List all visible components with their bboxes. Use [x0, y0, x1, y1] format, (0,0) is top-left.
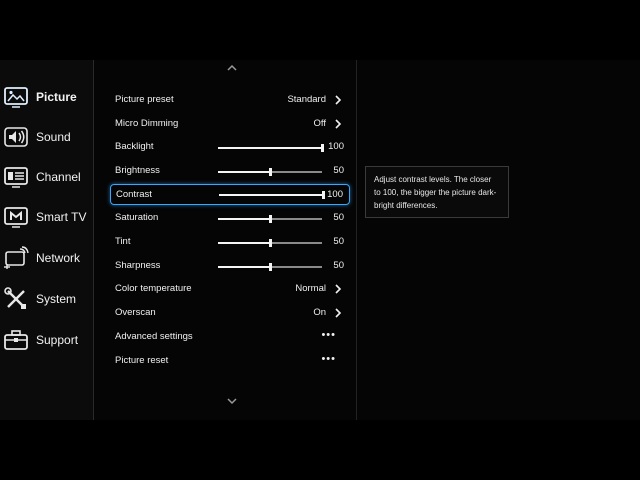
contrast-row[interactable]: Contrast 100: [110, 184, 350, 205]
picture-preset-row[interactable]: Picture preset Standard: [110, 90, 350, 110]
tint-slider[interactable]: [218, 239, 322, 247]
slider-knob[interactable]: [269, 263, 272, 271]
sidebar-item-label: Sound: [36, 130, 71, 144]
brightness-row[interactable]: Brightness 50: [110, 161, 350, 181]
setting-label: Saturation: [115, 212, 159, 223]
sidebar-item-support[interactable]: Support: [0, 323, 93, 359]
sound-icon: [4, 127, 28, 147]
slider-fill: [218, 242, 270, 244]
scroll-up-icon[interactable]: [224, 62, 240, 72]
more-icon: •••: [321, 329, 336, 341]
sidebar-item-channel[interactable]: Channel: [0, 160, 93, 196]
saturation-row[interactable]: Saturation 50: [110, 208, 350, 228]
slider-fill: [219, 194, 323, 196]
backlight-row[interactable]: Backlight 100: [110, 137, 350, 157]
setting-label: Contrast: [116, 189, 152, 200]
setting-value: Normal: [295, 283, 326, 294]
setting-label: Backlight: [115, 141, 154, 152]
picture-icon: [4, 87, 28, 108]
setting-label: Color temperature: [115, 283, 192, 294]
contrast-slider[interactable]: [219, 191, 325, 199]
setting-value: 100: [328, 141, 344, 152]
slider-fill: [218, 147, 322, 149]
setting-value: On: [313, 307, 326, 318]
advanced-settings-row[interactable]: Advanced settings •••: [110, 327, 350, 347]
setting-label: Overscan: [115, 307, 156, 318]
setting-label: Brightness: [115, 165, 160, 176]
setting-label: Picture reset: [115, 355, 169, 366]
picture-reset-row[interactable]: Picture reset •••: [110, 351, 350, 371]
setting-value: 50: [333, 212, 344, 223]
system-icon: [4, 287, 26, 309]
chevron-right-icon: [335, 95, 342, 105]
chevron-right-icon: [335, 308, 342, 318]
channel-icon: [4, 167, 28, 188]
backlight-slider[interactable]: [218, 144, 324, 152]
slider-knob[interactable]: [269, 215, 272, 223]
chevron-right-icon: [335, 284, 342, 294]
sidebar-item-label: Channel: [36, 170, 81, 184]
overscan-row[interactable]: Overscan On: [110, 303, 350, 323]
tint-row[interactable]: Tint 50: [110, 232, 350, 252]
setting-value: 50: [333, 236, 344, 247]
sidebar-item-picture[interactable]: Picture: [0, 80, 93, 116]
sidebar-item-label: Network: [36, 251, 81, 265]
help-text-panel: Adjust contrast levels. The closer to 10…: [365, 166, 509, 218]
sidebar-item-label: Picture: [36, 90, 77, 104]
chevron-right-icon: [335, 119, 342, 129]
network-icon: [4, 246, 29, 269]
sidebar-item-network[interactable]: Network: [0, 241, 93, 277]
setting-value: 50: [333, 260, 344, 271]
setting-value: Standard: [287, 94, 326, 105]
smart-tv-icon: [4, 207, 28, 228]
sidebar-item-label: System: [36, 292, 77, 306]
slider-fill: [218, 218, 270, 220]
setting-label: Tint: [115, 236, 131, 247]
sidebar-item-system[interactable]: System: [0, 282, 93, 318]
content-divider: [356, 60, 357, 420]
setting-label: Picture preset: [115, 94, 174, 105]
sidebar-divider: [93, 60, 94, 420]
support-icon: [4, 330, 28, 350]
sidebar-item-sound[interactable]: Sound: [0, 120, 93, 156]
saturation-slider[interactable]: [218, 215, 322, 223]
slider-fill: [218, 171, 270, 173]
color-temperature-row[interactable]: Color temperature Normal: [110, 279, 350, 299]
more-icon: •••: [321, 353, 336, 365]
setting-label: Sharpness: [115, 260, 161, 271]
slider-fill: [218, 266, 270, 268]
sharpness-row[interactable]: Sharpness 50: [110, 256, 350, 276]
setting-label: Micro Dimming: [115, 118, 179, 129]
scroll-down-icon[interactable]: [224, 397, 240, 407]
setting-label: Advanced settings: [115, 331, 193, 342]
setting-value: 50: [333, 165, 344, 176]
sidebar-item-smart-tv[interactable]: Smart TV: [0, 200, 93, 236]
brightness-slider[interactable]: [218, 168, 322, 176]
sidebar-item-label: Smart TV: [36, 210, 87, 224]
sharpness-slider[interactable]: [218, 263, 322, 271]
micro-dimming-row[interactable]: Micro Dimming Off: [110, 114, 350, 134]
slider-knob[interactable]: [269, 168, 272, 176]
setting-value: 100: [327, 189, 343, 200]
slider-knob[interactable]: [269, 239, 272, 247]
setting-value: Off: [313, 118, 327, 129]
sidebar-item-label: Support: [36, 333, 79, 347]
